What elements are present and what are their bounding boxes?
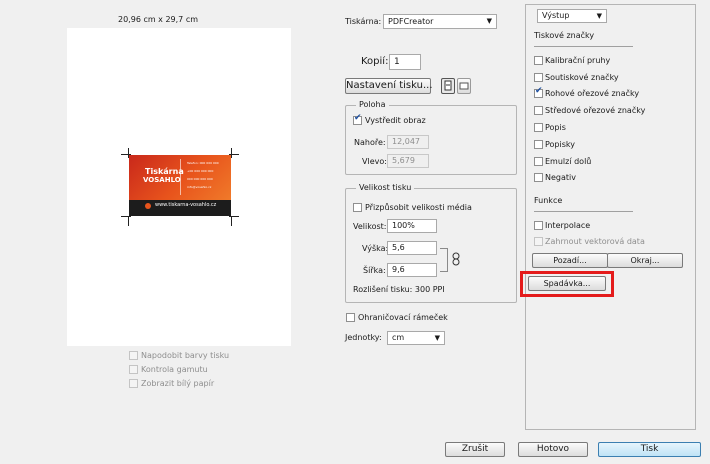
portrait-orientation-icon[interactable] <box>441 78 455 94</box>
divider <box>534 211 633 212</box>
card-contact-4: info@vosahlo.cz <box>187 185 212 189</box>
copies-input[interactable]: 1 <box>389 54 421 70</box>
output-mode-select[interactable]: Výstup ▼ <box>537 9 607 23</box>
link-bracket <box>440 248 448 272</box>
chevron-down-icon: ▼ <box>596 12 602 20</box>
corner-crop-marks-label: Rohové ořezové značky <box>545 89 640 98</box>
labels-label: Popisky <box>545 140 575 149</box>
interpolation-label: Interpolace <box>545 221 591 230</box>
crop-mark <box>128 216 129 226</box>
print-size-group-title: Velikost tisku <box>356 183 415 192</box>
top-label: Nahoře: <box>354 138 386 147</box>
show-white-paper-checkbox[interactable] <box>129 379 138 388</box>
card-url: www.tiskarna-vosahlo.cz <box>155 202 217 208</box>
units-select[interactable]: cm ▼ <box>387 331 445 345</box>
card-contact-3: 000 000 000 000 <box>187 177 213 181</box>
negative-checkbox[interactable] <box>534 173 543 182</box>
height-label: Výška: <box>362 244 389 253</box>
print-settings-button[interactable]: Nastavení tisku... <box>345 78 433 94</box>
resolution-text: Rozlišení tisku: 300 PPI <box>353 285 445 294</box>
calibration-bars-label: Kalibrační pruhy <box>545 56 611 65</box>
interpolation-checkbox[interactable] <box>534 221 543 230</box>
card-brand-line1: Tiskárna <box>145 167 184 176</box>
cancel-button[interactable]: Zrušit <box>445 442 505 457</box>
background-button[interactable]: Pozadí... <box>532 253 608 268</box>
chevron-down-icon: ▼ <box>434 334 440 342</box>
done-button[interactable]: Hotovo <box>518 442 588 457</box>
copies-label: Kopií: <box>361 56 389 67</box>
crop-mark <box>121 216 131 217</box>
globe-icon <box>145 203 151 209</box>
fit-media-label: Přizpůsobit velikosti média <box>365 203 472 212</box>
labels-checkbox[interactable] <box>534 140 543 149</box>
negative-label: Negativ <box>545 173 576 182</box>
center-crop-marks-checkbox[interactable] <box>534 106 543 115</box>
border-button[interactable]: Okraj... <box>607 253 683 268</box>
simulate-colors-label: Napodobit barvy tisku <box>141 351 230 360</box>
left-input[interactable]: 5,679 <box>387 154 429 168</box>
paper-size-label: 20,96 cm x 29,7 cm <box>118 15 199 24</box>
description-checkbox[interactable] <box>534 123 543 132</box>
height-input[interactable]: 5,6 <box>387 241 437 255</box>
registration-marks-checkbox[interactable] <box>534 73 543 82</box>
gamut-check-label: Kontrola gamutu <box>141 365 208 374</box>
fit-media-checkbox[interactable] <box>353 203 362 212</box>
divider <box>534 46 633 47</box>
emulsion-down-label: Emulzí dolů <box>545 157 592 166</box>
chain-link-icon[interactable] <box>452 252 460 266</box>
bleed-button[interactable]: Spadávka... <box>528 276 606 291</box>
card-brand-line2: VOSAHLO <box>143 176 181 184</box>
width-label: Šířka: <box>363 266 386 275</box>
card-contact-2: +00 000 000 000 <box>187 169 214 173</box>
bounding-box-checkbox[interactable] <box>346 313 355 322</box>
emulsion-down-checkbox[interactable] <box>534 157 543 166</box>
show-white-paper-label: Zobrazit bílý papír <box>141 379 215 388</box>
calibration-bars-checkbox[interactable] <box>534 56 543 65</box>
output-panel <box>525 4 696 430</box>
units-select-value: cm <box>392 333 405 342</box>
printer-label: Tiskárna: <box>345 17 382 26</box>
print-button[interactable]: Tisk <box>598 442 701 457</box>
center-image-label: Vystředit obraz <box>365 116 426 125</box>
position-group-title: Poloha <box>356 100 389 109</box>
registration-marks-label: Soutiskové značky <box>545 73 619 82</box>
center-crop-marks-label: Středové ořezové značky <box>545 106 646 115</box>
crop-mark <box>231 216 232 226</box>
functions-title: Funkce <box>534 196 563 205</box>
center-image-checkbox[interactable]: ✔ <box>353 114 362 125</box>
business-card: Tiskárna VOSAHLO Telefon: 000 000 000 +0… <box>129 155 231 216</box>
print-preview-page: Tiskárna VOSAHLO Telefon: 000 000 000 +0… <box>67 28 291 346</box>
units-label: Jednotky: <box>345 333 382 342</box>
bounding-box-label: Ohraničovací rámeček <box>358 313 448 322</box>
landscape-orientation-icon[interactable] <box>457 78 471 94</box>
printer-select-value: PDFCreator <box>388 17 434 26</box>
gamut-check-checkbox[interactable] <box>129 365 138 374</box>
corner-crop-marks-checkbox[interactable]: ✔ <box>534 87 543 98</box>
scale-label: Velikost: <box>353 222 387 231</box>
left-label: Vlevo: <box>362 157 387 166</box>
card-contact-1: Telefon: 000 000 000 <box>187 161 219 165</box>
description-label: Popis <box>545 123 566 132</box>
crop-mark <box>231 148 232 158</box>
vector-data-label: Zahrnout vektorová data <box>545 237 645 246</box>
width-input[interactable]: 9,6 <box>387 263 437 277</box>
chevron-down-icon: ▼ <box>486 17 492 25</box>
top-input[interactable]: 12,047 <box>387 135 429 149</box>
scale-input[interactable]: 100% <box>387 219 437 233</box>
simulate-colors-checkbox[interactable] <box>129 351 138 360</box>
output-mode-value: Výstup <box>542 11 570 20</box>
printer-select[interactable]: PDFCreator ▼ <box>383 14 497 29</box>
marks-title: Tiskové značky <box>534 31 595 40</box>
vector-data-checkbox[interactable] <box>534 237 543 246</box>
